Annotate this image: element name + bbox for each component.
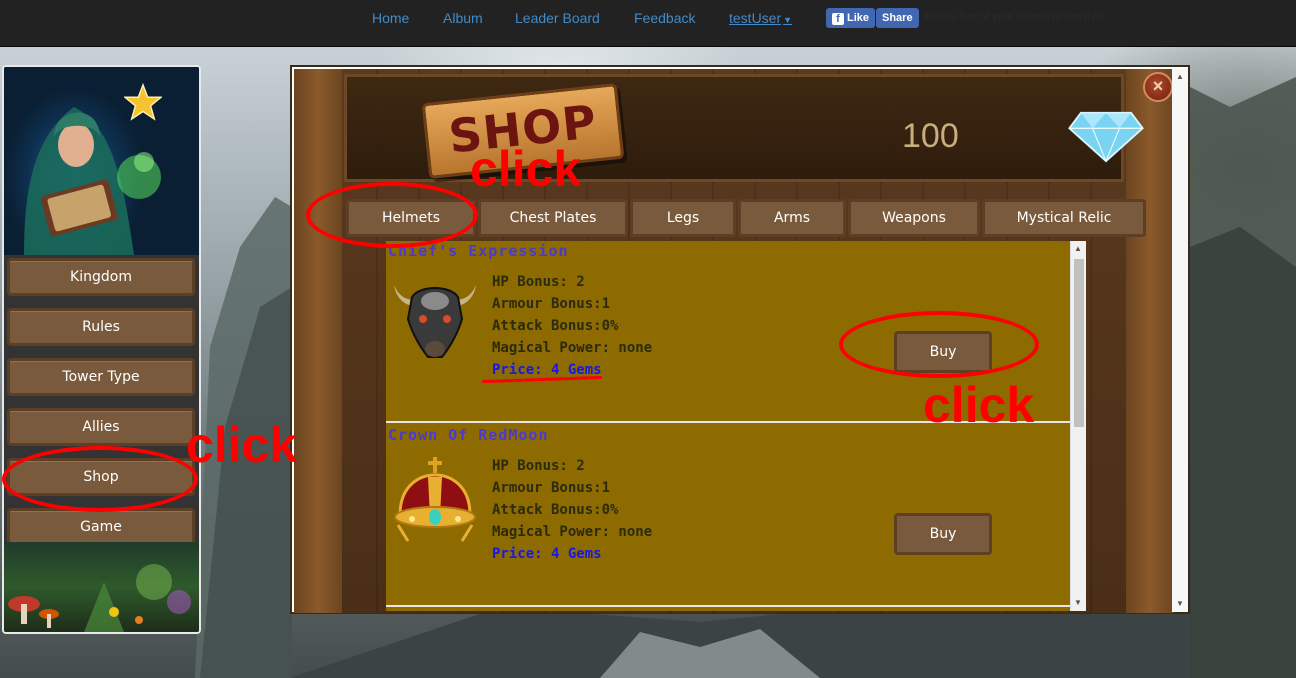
attack-bonus: Attack Bonus:0% [492,502,619,518]
annotation-click-shop: click [186,417,298,473]
item-list-scrollbar[interactable]: ▲ ▼ [1070,241,1086,611]
shop-item: Crown Of RedMoon HP Bonus: 2 Armour Bonu… [386,425,1070,607]
annotation-ring-buy [839,311,1039,378]
modal-scroll-up-icon[interactable]: ▲ [1176,72,1184,81]
shop-modal: SHOP 100 × Helmets Chest Plates Legs Arm… [290,65,1190,614]
buy-button[interactable]: Buy [894,513,992,555]
sidebar-item-allies[interactable]: Allies [7,408,195,446]
hp-bonus: HP Bonus: 2 [492,274,585,290]
scroll-up-icon[interactable]: ▲ [1074,244,1082,253]
attack-bonus: Attack Bonus:0% [492,318,619,334]
hp-bonus: HP Bonus: 2 [492,458,585,474]
star-icon [124,83,162,121]
diamond-icon [1068,111,1144,163]
wood-plank-left [294,69,342,613]
user-name: testUser [729,10,782,26]
sorceress-image [24,107,161,255]
sidebar-item-tower-type[interactable]: Tower Type [7,358,195,396]
sidebar-item-rules[interactable]: Rules [7,308,195,346]
sidebar-item-kingdom[interactable]: Kingdom [7,258,195,296]
close-icon[interactable]: × [1143,72,1173,102]
magical-power: Magical Power: none [492,524,653,540]
scroll-thumb[interactable] [1074,259,1084,427]
gem-count: 100 [902,117,959,155]
annotation-ring-shop [2,446,198,512]
armour-bonus: Armour Bonus:1 [492,480,611,496]
item-price: Price: 4 Gems [492,546,602,562]
tab-weapons[interactable]: Weapons [848,199,980,237]
facebook-share-button[interactable]: Share [876,8,919,28]
caret-down-icon: ▼ [783,15,793,25]
hero-portrait [4,67,199,255]
item-name: Crown Of RedMoon [388,426,549,444]
sidebar-item-game[interactable]: Game [7,508,195,546]
armour-bonus: Armour Bonus:1 [492,296,611,312]
tab-mystical-relic[interactable]: Mystical Relic [982,199,1146,237]
magical-power: Magical Power: none [492,340,653,356]
nav-feedback-link[interactable]: Feedback [634,10,695,26]
wood-frame: SHOP 100 × Helmets Chest Plates Legs Arm… [294,69,1174,613]
scroll-down-icon[interactable]: ▼ [1074,598,1082,607]
facebook-social-text: Be the first of your friends to like thi… [924,11,1105,23]
sidebar: Kingdom Rules Tower Type Allies Shop Gam… [2,65,201,634]
top-navbar: Home Album Leader Board Feedback testUse… [0,0,1296,47]
user-menu-dropdown[interactable]: testUser ▼ [729,10,792,26]
forest-scene [8,564,191,632]
facebook-like-label: Like [847,12,870,24]
nav-leader-board-link[interactable]: Leader Board [515,10,600,26]
tab-chest-plates[interactable]: Chest Plates [478,199,628,237]
modal-scrollbar[interactable]: ▲ ▼ [1172,69,1188,612]
modal-scroll-down-icon[interactable]: ▼ [1176,599,1184,608]
annotation-click-buy: click [923,377,1035,433]
bull-helmet-icon [394,285,476,358]
crown-icon [394,457,476,542]
tab-arms[interactable]: Arms [738,199,846,237]
tab-legs[interactable]: Legs [630,199,736,237]
fantasy-forest-image [4,542,199,632]
nav-album-link[interactable]: Album [443,10,483,26]
shop-header: SHOP 100 [344,74,1144,182]
facebook-icon: f [832,13,844,25]
facebook-like-button[interactable]: f Like [826,8,876,28]
nav-home-link[interactable]: Home [372,10,409,26]
annotation-click-helmets: click [470,141,582,197]
annotation-ring-helmets [306,182,478,248]
